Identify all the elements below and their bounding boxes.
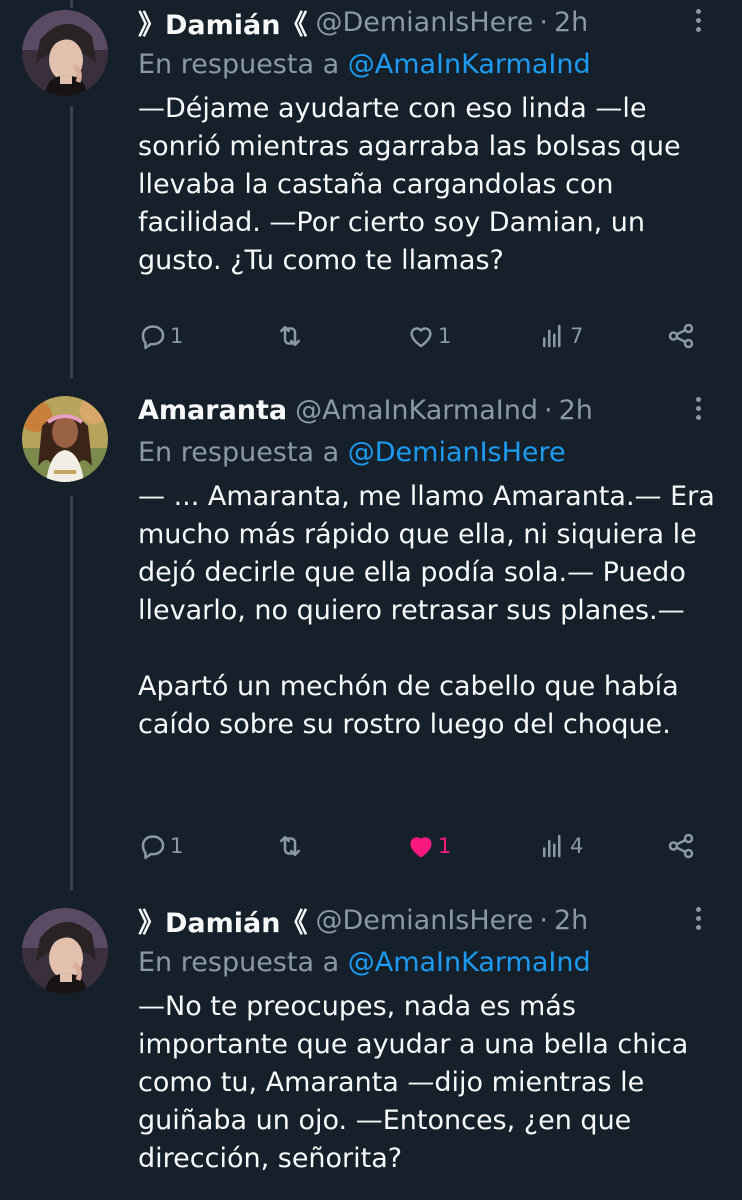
retweet-icon — [280, 836, 300, 856]
display-name[interactable]: 》Damián《 — [138, 3, 307, 42]
user-handle[interactable]: @AmaInKarmaInd — [295, 395, 538, 426]
more-options-icon[interactable] — [686, 4, 710, 36]
like-button[interactable]: 1 — [406, 321, 451, 351]
tweet-text: —No te preocupes, nada es más importante… — [138, 988, 722, 1178]
reply-context: En respuesta a @AmaInKarmaInd — [138, 946, 722, 980]
share-icon — [668, 833, 694, 859]
views-button[interactable]: 7 — [538, 321, 583, 351]
share-button[interactable] — [666, 321, 696, 351]
reply-mention-link[interactable]: @DemianIsHere — [348, 437, 566, 468]
reply-prefix: En respuesta a — [138, 947, 340, 978]
separator-dot: · — [539, 904, 548, 936]
separator-dot: · — [544, 394, 553, 426]
reply-button[interactable]: 1 — [138, 321, 183, 351]
tweet-text: —Déjame ayudarte con eso linda —le sonri… — [138, 90, 722, 280]
reply-mention-link[interactable]: @AmaInKarmaInd — [348, 947, 591, 978]
avatar-amaranta[interactable] — [22, 396, 108, 482]
reply-icon — [141, 835, 165, 860]
tweet-header: 》Damián《 @DemianIsHere · 2h — [138, 900, 722, 940]
retweet-button[interactable] — [274, 831, 308, 861]
reply-mention-link[interactable]: @AmaInKarmaInd — [348, 49, 591, 80]
reply-prefix: En respuesta a — [138, 49, 340, 80]
tweet-paragraph: — ... Amaranta, me llamo Amaranta.— Era … — [138, 481, 715, 626]
views-button[interactable]: 4 — [538, 831, 583, 861]
timestamp[interactable]: 2h — [554, 7, 588, 38]
like-count: 1 — [438, 324, 452, 348]
more-options-icon[interactable] — [686, 392, 710, 424]
action-bar: 1 1 4 — [138, 828, 698, 864]
tweet-text: — ... Amaranta, me llamo Amaranta.— Era … — [138, 478, 722, 744]
timestamp[interactable]: 2h — [554, 905, 588, 936]
reply-icon — [141, 325, 165, 350]
reply-prefix: En respuesta a — [138, 437, 340, 468]
heart-filled-icon — [410, 837, 432, 858]
tweet-header: 》Damián《 @DemianIsHere · 2h — [138, 2, 722, 42]
reply-count: 1 — [170, 324, 184, 348]
separator-dot: · — [539, 6, 548, 38]
tweet[interactable]: 》Damián《 @DemianIsHere · 2h En respuesta… — [0, 900, 742, 1200]
retweet-button[interactable] — [274, 321, 308, 351]
like-count: 1 — [438, 834, 452, 858]
like-button-active[interactable]: 1 — [406, 831, 451, 861]
user-handle[interactable]: @DemianIsHere — [315, 905, 533, 936]
share-icon — [668, 323, 694, 349]
tweet[interactable]: Amaranta @AmaInKarmaInd · 2h En respuest… — [0, 388, 742, 888]
timestamp[interactable]: 2h — [559, 395, 593, 426]
tweet-header: Amaranta @AmaInKarmaInd · 2h — [138, 390, 722, 430]
display-name[interactable]: 》Damián《 — [138, 901, 307, 940]
retweet-icon — [280, 326, 300, 346]
view-count: 7 — [570, 324, 584, 348]
reply-button[interactable]: 1 — [138, 831, 183, 861]
heart-icon — [410, 327, 432, 348]
tweet[interactable]: 》Damián《 @DemianIsHere · 2h En respuesta… — [0, 0, 742, 380]
avatar-damian[interactable] — [22, 10, 108, 96]
share-button[interactable] — [666, 831, 696, 861]
display-name[interactable]: Amaranta — [138, 395, 287, 426]
view-count: 4 — [570, 834, 584, 858]
analytics-icon — [543, 324, 561, 348]
analytics-icon — [543, 834, 561, 858]
action-bar: 1 1 7 — [138, 318, 698, 354]
reply-context: En respuesta a @AmaInKarmaInd — [138, 48, 722, 82]
avatar-damian[interactable] — [22, 908, 108, 994]
tweet-paragraph: —No te preocupes, nada es más importante… — [138, 991, 689, 1174]
more-options-icon[interactable] — [686, 902, 710, 934]
user-handle[interactable]: @DemianIsHere — [315, 7, 533, 38]
tweet-paragraph: —Déjame ayudarte con eso linda —le sonri… — [138, 93, 681, 276]
reply-context: En respuesta a @DemianIsHere — [138, 436, 722, 470]
reply-count: 1 — [170, 834, 184, 858]
tweet-paragraph: Apartó un mechón de cabello que había ca… — [138, 671, 679, 740]
